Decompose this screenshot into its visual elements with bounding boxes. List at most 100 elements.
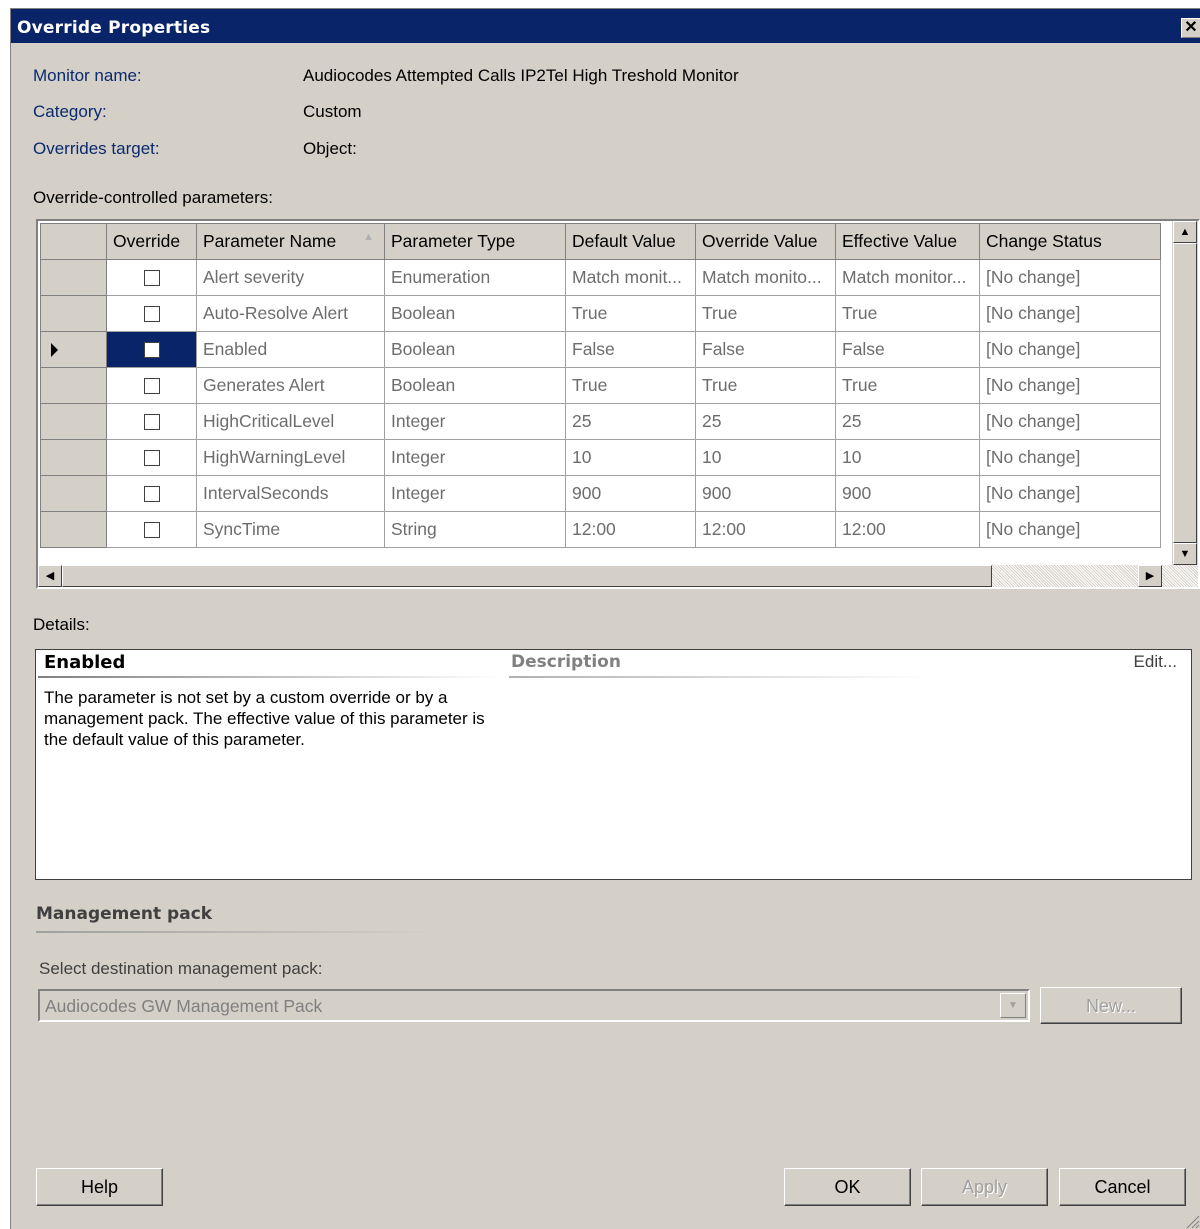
management-pack-select[interactable]: Audiocodes GW Management Pack ▼ <box>38 989 1030 1022</box>
parameter-name-cell[interactable]: Generates Alert <box>196 367 385 404</box>
default-value-cell[interactable]: False <box>565 331 696 368</box>
ok-button[interactable]: OK <box>784 1168 911 1206</box>
row-header[interactable] <box>40 295 107 332</box>
table-row[interactable]: IntervalSeconds Integer 900 900 900 [No … <box>40 475 1161 512</box>
row-header[interactable] <box>40 367 107 404</box>
column-header-effective-value[interactable]: Effective Value <box>835 223 980 260</box>
change-status-cell[interactable]: [No change] <box>979 259 1161 296</box>
table-row[interactable]: Alert severity Enumeration Match monit..… <box>40 259 1161 296</box>
parameter-type-cell[interactable]: Boolean <box>384 331 566 368</box>
vertical-scroll-thumb[interactable] <box>1173 243 1197 543</box>
parameter-type-cell[interactable]: Integer <box>384 403 566 440</box>
override-value-cell[interactable]: 25 <box>695 403 836 440</box>
edit-link[interactable]: Edit... <box>1134 652 1177 672</box>
row-header[interactable] <box>40 331 107 368</box>
default-value-cell[interactable]: 12:00 <box>565 511 696 548</box>
override-value-cell[interactable]: True <box>695 295 836 332</box>
row-header[interactable] <box>40 403 107 440</box>
parameter-type-cell[interactable]: Boolean <box>384 367 566 404</box>
change-status-cell[interactable]: [No change] <box>979 367 1161 404</box>
table-row[interactable]: Auto-Resolve Alert Boolean True True Tru… <box>40 295 1161 332</box>
change-status-cell[interactable]: [No change] <box>979 403 1161 440</box>
effective-value-cell[interactable]: 900 <box>835 475 980 512</box>
parameter-type-cell[interactable]: Integer <box>384 475 566 512</box>
change-status-cell[interactable]: [No change] <box>979 439 1161 476</box>
override-value-cell[interactable]: Match monito... <box>695 259 836 296</box>
parameter-name-cell[interactable]: SyncTime <box>196 511 385 548</box>
effective-value-cell[interactable]: True <box>835 367 980 404</box>
override-checkbox[interactable] <box>143 450 160 467</box>
override-checkbox[interactable] <box>143 522 160 539</box>
scroll-down-icon[interactable]: ▼ <box>1173 543 1197 565</box>
default-value-cell[interactable]: True <box>565 295 696 332</box>
override-checkbox[interactable] <box>143 306 160 323</box>
row-header[interactable] <box>40 259 107 296</box>
effective-value-cell[interactable]: 10 <box>835 439 980 476</box>
override-value-cell[interactable]: 10 <box>695 439 836 476</box>
apply-button[interactable]: Apply <box>921 1168 1048 1206</box>
parameter-name-cell[interactable]: Auto-Resolve Alert <box>196 295 385 332</box>
horizontal-scroll-thumb[interactable] <box>62 565 992 587</box>
override-checkbox[interactable] <box>143 270 160 287</box>
parameter-name-cell[interactable]: HighCriticalLevel <box>196 403 385 440</box>
override-cell[interactable] <box>106 331 197 368</box>
override-cell[interactable] <box>106 367 197 404</box>
default-value-cell[interactable]: 10 <box>565 439 696 476</box>
default-value-cell[interactable]: True <box>565 367 696 404</box>
parameter-type-cell[interactable]: Enumeration <box>384 259 566 296</box>
change-status-cell[interactable]: [No change] <box>979 511 1161 548</box>
override-checkbox[interactable] <box>143 486 160 503</box>
scroll-left-icon[interactable]: ◀ <box>38 565 62 587</box>
parameter-name-cell[interactable]: HighWarningLevel <box>196 439 385 476</box>
parameter-type-cell[interactable]: Integer <box>384 439 566 476</box>
row-header[interactable] <box>40 511 107 548</box>
table-row[interactable]: Generates Alert Boolean True True True [… <box>40 367 1161 404</box>
column-header-override-value[interactable]: Override Value <box>695 223 836 260</box>
override-value-cell[interactable]: False <box>695 331 836 368</box>
override-cell[interactable] <box>106 295 197 332</box>
effective-value-cell[interactable]: True <box>835 295 980 332</box>
column-header-default-value[interactable]: Default Value <box>565 223 696 260</box>
effective-value-cell[interactable]: False <box>835 331 980 368</box>
effective-value-cell[interactable]: 25 <box>835 403 980 440</box>
override-checkbox[interactable] <box>143 414 160 431</box>
override-checkbox[interactable] <box>143 378 160 395</box>
change-status-cell[interactable]: [No change] <box>979 475 1161 512</box>
change-status-cell[interactable]: [No change] <box>979 331 1161 368</box>
parameter-type-cell[interactable]: Boolean <box>384 295 566 332</box>
change-status-cell[interactable]: [No change] <box>979 295 1161 332</box>
override-cell[interactable] <box>106 511 197 548</box>
horizontal-scroll-track[interactable] <box>992 565 1138 587</box>
effective-value-cell[interactable]: Match monitor... <box>835 259 980 296</box>
scroll-right-icon[interactable]: ▶ <box>1138 565 1162 587</box>
column-header-change-status[interactable]: Change Status <box>979 223 1161 260</box>
table-row[interactable]: HighWarningLevel Integer 10 10 10 [No ch… <box>40 439 1161 476</box>
column-header-parameter-type[interactable]: Parameter Type <box>384 223 566 260</box>
table-row-selected[interactable]: Enabled Boolean False False False [No ch… <box>40 331 1161 368</box>
table-row[interactable]: SyncTime String 12:00 12:00 12:00 [No ch… <box>40 511 1161 548</box>
horizontal-scrollbar[interactable]: ◀ ▶ <box>38 565 1198 587</box>
column-header-override[interactable]: Override <box>106 223 197 260</box>
override-cell[interactable] <box>106 475 197 512</box>
vertical-scrollbar[interactable]: ▲ ▼ <box>1172 221 1198 567</box>
override-cell[interactable] <box>106 439 197 476</box>
close-icon[interactable]: ✕ <box>1181 18 1200 38</box>
effective-value-cell[interactable]: 12:00 <box>835 511 980 548</box>
default-value-cell[interactable]: 25 <box>565 403 696 440</box>
row-header[interactable] <box>40 439 107 476</box>
dropdown-arrow-icon[interactable]: ▼ <box>1000 993 1026 1018</box>
resize-grip-icon[interactable] <box>1182 1211 1200 1229</box>
cancel-button[interactable]: Cancel <box>1059 1168 1186 1206</box>
column-header-parameter-name[interactable]: Parameter Name ▲ <box>196 223 385 260</box>
table-row[interactable]: HighCriticalLevel Integer 25 25 25 [No c… <box>40 403 1161 440</box>
help-button[interactable]: Help <box>36 1168 163 1206</box>
override-checkbox[interactable] <box>143 342 160 359</box>
parameter-name-cell[interactable]: IntervalSeconds <box>196 475 385 512</box>
override-value-cell[interactable]: 900 <box>695 475 836 512</box>
parameter-type-cell[interactable]: String <box>384 511 566 548</box>
row-header[interactable] <box>40 475 107 512</box>
override-cell[interactable] <box>106 259 197 296</box>
override-value-cell[interactable]: 12:00 <box>695 511 836 548</box>
default-value-cell[interactable]: 900 <box>565 475 696 512</box>
new-pack-button[interactable]: New... <box>1040 987 1182 1024</box>
